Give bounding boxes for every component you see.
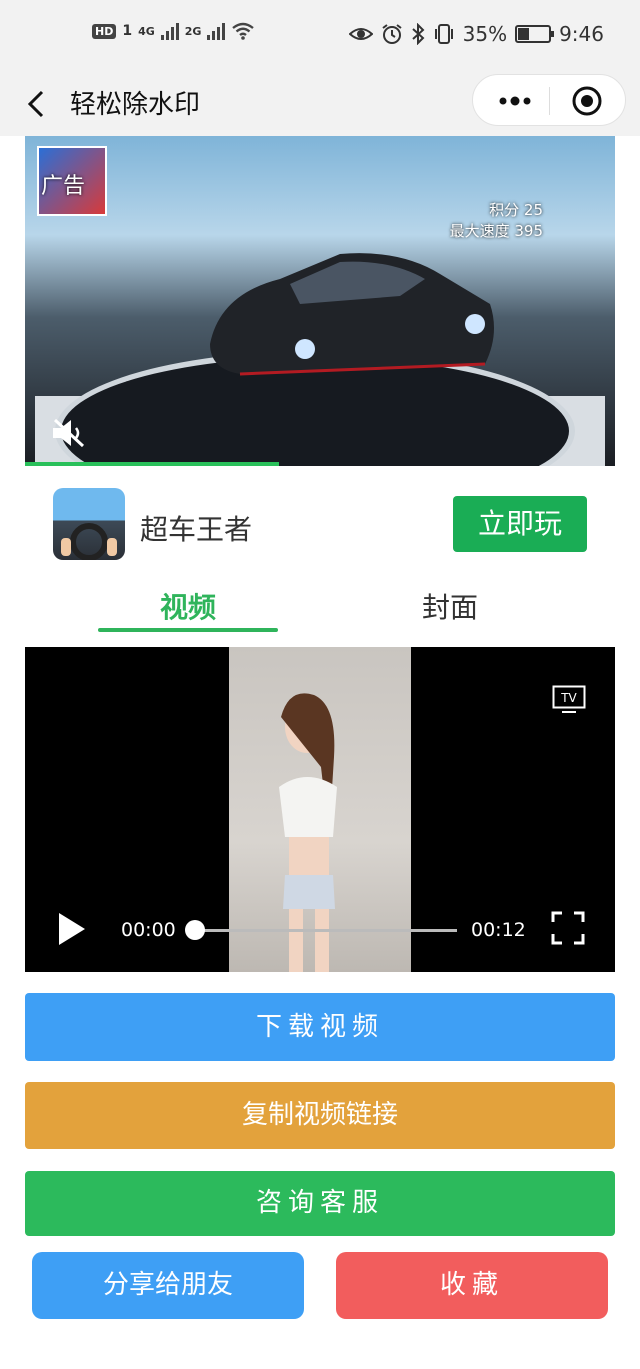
play-icon[interactable] bbox=[57, 911, 87, 947]
game-name: 超车王者 bbox=[140, 513, 253, 546]
steering-wheel-icon bbox=[61, 523, 117, 560]
ad-stats: 积分 25 最大速度 395 bbox=[450, 200, 543, 242]
ad-score: 积分 25 bbox=[489, 201, 543, 219]
status-right: 35% 9:46 bbox=[348, 22, 604, 46]
status-left: HD 1 4G 2G bbox=[92, 22, 255, 40]
copy-link-button[interactable]: 复制视频链接 bbox=[25, 1082, 615, 1149]
page-title: 轻松除水印 bbox=[70, 90, 201, 120]
alarm-icon bbox=[382, 24, 402, 44]
nav-bar: 轻松除水印 bbox=[0, 72, 640, 136]
tab-video[interactable]: 视频 bbox=[98, 586, 278, 626]
eye-icon bbox=[348, 28, 373, 40]
signal-icon-2 bbox=[207, 22, 226, 40]
battery-percent: 35% bbox=[462, 22, 508, 46]
ad-label: 广告 bbox=[41, 174, 86, 199]
share-button[interactable]: 分享给朋友 bbox=[32, 1252, 304, 1319]
fullscreen-icon[interactable] bbox=[551, 911, 585, 945]
network-2g-label: 2G bbox=[184, 24, 202, 38]
seek-track[interactable] bbox=[193, 929, 457, 932]
mute-icon[interactable] bbox=[49, 416, 89, 450]
total-time: 00:12 bbox=[471, 919, 526, 941]
battery-icon bbox=[515, 25, 555, 43]
download-video-button[interactable]: 下载视频 bbox=[25, 993, 615, 1061]
customer-service-button[interactable]: 咨询客服 bbox=[25, 1171, 615, 1236]
vibrate-icon bbox=[434, 24, 453, 44]
current-time: 00:00 bbox=[121, 919, 176, 941]
game-app-icon[interactable] bbox=[53, 488, 125, 560]
wifi-icon bbox=[232, 22, 255, 40]
active-tab-indicator bbox=[98, 628, 278, 632]
ad-progress-bar bbox=[25, 462, 279, 466]
video-player[interactable]: TV 00:00 00:12 bbox=[25, 647, 615, 972]
close-miniprogram-icon[interactable] bbox=[571, 85, 603, 117]
tv-label: TV bbox=[560, 691, 577, 705]
hd-badge: HD bbox=[92, 23, 117, 39]
seek-knob[interactable] bbox=[185, 920, 205, 940]
sim-number: 1 bbox=[122, 23, 133, 39]
capsule-divider bbox=[549, 87, 550, 115]
video-person-image bbox=[279, 693, 337, 972]
ad-speed: 最大速度 395 bbox=[449, 222, 543, 240]
favorite-button[interactable]: 收藏 bbox=[336, 1252, 608, 1319]
signal-icon bbox=[160, 22, 179, 40]
play-now-button[interactable]: 立即玩 bbox=[453, 496, 587, 552]
tv-cast-icon[interactable]: TV bbox=[552, 685, 586, 715]
tab-cover[interactable]: 封面 bbox=[360, 586, 540, 626]
battery-fill bbox=[518, 28, 529, 40]
back-arrow-icon[interactable] bbox=[22, 86, 52, 122]
ad-banner[interactable]: 广告 积分 25 最大速度 395 bbox=[25, 136, 615, 466]
network-4g-label: 4G bbox=[138, 24, 155, 38]
miniprogram-capsule bbox=[472, 74, 626, 126]
clock: 9:46 bbox=[559, 22, 604, 46]
more-icon[interactable] bbox=[495, 91, 535, 111]
sports-car-image bbox=[210, 253, 494, 376]
status-bar: HD 1 4G 2G 35% 9:46 bbox=[0, 0, 640, 72]
bluetooth-icon bbox=[411, 23, 425, 45]
video-frame bbox=[229, 647, 411, 972]
